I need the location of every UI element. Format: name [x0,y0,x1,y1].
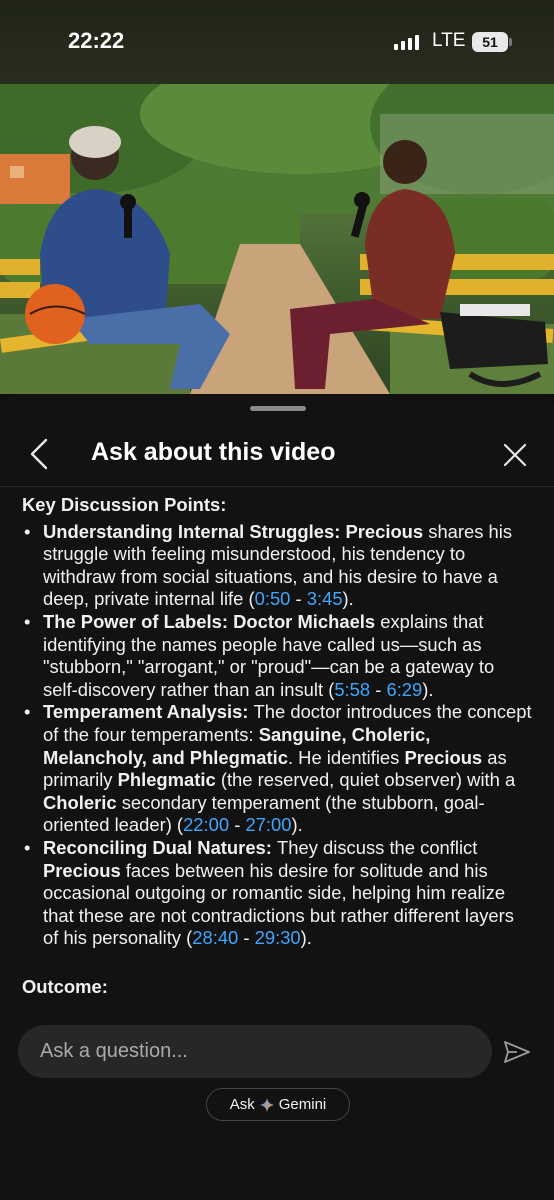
close-button[interactable] [500,440,530,470]
back-button[interactable] [24,436,56,472]
network-label: LTE [432,30,466,51]
bold-text: Precious [404,746,483,768]
bold-text: Doctor Michaels [233,610,376,632]
bold-text: Temperament Analysis: [43,701,254,723]
send-icon [504,1041,530,1063]
timestamp-link[interactable]: 0:50 [255,588,291,609]
point-text: ). [422,678,434,700]
outcome-heading: Outcome: [22,975,108,997]
battery-level: 51 [482,34,498,50]
signal-icon [394,34,419,50]
point-text: - [370,678,387,700]
bold-text: The Power of Labels: [43,610,234,632]
header-divider [0,486,554,487]
gemini-sparkle-icon [259,1097,274,1112]
timestamp-link[interactable]: 29:30 [255,927,301,948]
point-text: ). [291,814,303,836]
key-point-item: Temperament Analysis: The doctor introdu… [22,701,534,837]
status-time: 22:22 [68,28,125,53]
send-button[interactable] [502,1039,532,1065]
bold-text: Phlegmatic [117,769,216,791]
key-points-list: Understanding Internal Struggles: Precio… [22,521,534,950]
timestamp-link[interactable]: 3:45 [307,588,343,609]
point-text: (the reserved, quiet observer) with a [215,769,516,791]
point-text: - [290,588,307,610]
point-text: - [229,814,246,836]
bold-text: Precious [43,859,121,881]
bold-text: Choleric [43,791,117,813]
ask-gemini-button[interactable]: Ask Gemini [206,1088,350,1121]
battery-tip [509,38,512,46]
timestamp-link[interactable]: 22:00 [183,814,229,835]
bold-text: Reconciling Dual Natures: [43,836,278,858]
close-icon [503,443,527,467]
key-point-item: Understanding Internal Struggles: Precio… [22,521,534,611]
ask-about-video-sheet: Ask about this video Key Discussion Poin… [0,394,554,1200]
timestamp-link[interactable]: 5:58 [334,679,370,700]
sheet-title: Ask about this video [91,438,336,466]
key-point-item: Reconciling Dual Natures: They discuss t… [22,837,534,950]
drag-handle[interactable] [250,406,306,411]
bold-text: Precious [345,520,424,542]
timestamp-link[interactable]: 6:29 [386,679,422,700]
video-player[interactable] [0,84,554,394]
content-fade [0,1006,554,1018]
point-text: They discuss the conflict [277,836,478,858]
bold-text: Understanding Internal Struggles: [43,520,346,542]
point-text: ). [342,588,354,610]
status-bar: 22:22 LTE 51 [0,0,554,84]
key-point-item: The Power of Labels: Doctor Michaels exp… [22,611,534,701]
section-heading: Key Discussion Points: [22,494,227,515]
ask-question-input[interactable] [18,1025,492,1078]
ask-gemini-prefix: Ask [229,1096,255,1113]
point-text: - [238,927,255,949]
battery-icon: 51 [472,32,508,52]
ask-gemini-suffix: Gemini [278,1096,327,1113]
timestamp-link[interactable]: 27:00 [245,814,291,835]
chevron-left-icon [30,438,48,470]
point-text: . He identifies [287,746,405,768]
point-text: ). [300,927,312,949]
video-frame-illustration [0,84,554,394]
timestamp-link[interactable]: 28:40 [192,927,238,948]
answer-content: Key Discussion Points: Understanding Int… [22,494,534,1014]
